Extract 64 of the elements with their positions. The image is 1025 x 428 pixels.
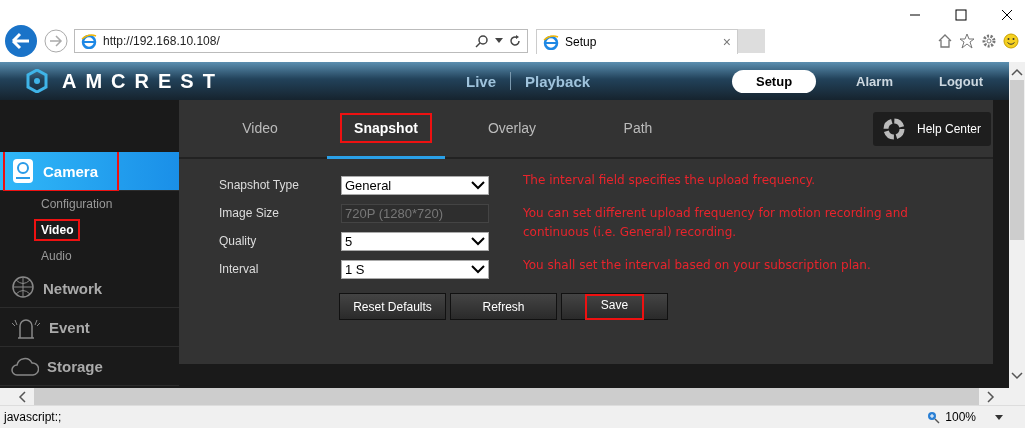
annotation-note: The interval field specifies the upload frequency. [523,172,817,189]
tab[interactable]: Path [579,100,697,159]
settings-icon[interactable] [981,33,997,49]
sidebar-subitem[interactable]: Configuration [34,193,120,215]
nav-link[interactable]: Live [466,72,496,90]
browser-icon [543,33,559,50]
tab[interactable]: Snapshot [327,100,445,159]
logo-icon [26,69,48,93]
chevron-down-icon [471,236,485,246]
setup-button[interactable]: Setup [731,69,817,93]
chevron-down-icon [471,180,485,190]
lifebuoy-icon [882,117,905,140]
search-icon[interactable] [475,34,489,48]
scroll-left-icon[interactable] [18,390,26,403]
field-label: Quality [219,234,258,248]
help-center-button[interactable]: Help Center [872,111,991,146]
chevron-down-icon [471,264,485,274]
close-icon[interactable] [1001,9,1013,21]
field-label: Image Size [219,206,281,220]
nav-link[interactable]: Alarm [850,70,899,92]
refresh-icon[interactable] [509,35,521,47]
tab[interactable]: Overlay [453,100,571,159]
home-icon[interactable] [937,33,953,49]
browser-tab[interactable]: Setup × [536,28,738,54]
action-button[interactable]: Save [561,293,668,320]
dropdown[interactable]: 1 S [341,259,489,279]
browser-icon [81,33,97,49]
star-icon[interactable] [959,33,975,49]
smiley-icon[interactable] [1003,33,1019,49]
field-label: Interval [219,262,260,276]
tab-title: Setup [565,34,598,49]
cloud-icon [11,355,39,377]
annotation-note: You shall set the interval based on your subscription plan. [523,257,872,274]
dropdown[interactable]: 5 [341,231,489,251]
address-bar[interactable]: http://192.168.10.108/ [74,29,528,53]
horizontal-scrollbar[interactable] [0,388,1025,405]
status-text: javascript:; [4,410,62,424]
caret-icon[interactable] [995,414,1003,420]
nav-link[interactable]: Logout [932,70,989,92]
annotation-note: You can set different upload frequency for motion recording and continuous (i.e. General) recording. [523,205,909,241]
tab[interactable]: Video [201,100,319,159]
input-field: 720P (1280*720) [341,203,489,223]
dropdown[interactable]: General [341,175,489,195]
sidebar-subitem[interactable]: Video [34,219,81,241]
zoom-icon[interactable] [927,410,941,424]
action-button[interactable]: Reset Defaults [339,293,446,320]
scroll-right-icon[interactable] [987,390,995,403]
back-icon[interactable] [4,24,38,58]
zoom-level[interactable]: 100% [945,410,976,424]
camera-icon [11,158,35,184]
globe-icon [11,276,35,300]
sidebar-item[interactable]: Network [0,269,179,308]
action-button[interactable]: Refresh [450,293,557,320]
scroll-up-icon[interactable] [1011,68,1023,76]
caret-icon[interactable] [495,38,503,44]
sidebar-item[interactable]: Storage [0,347,179,386]
sidebar-subitem[interactable]: Audio [34,245,79,267]
nav-link[interactable]: Playback [525,72,591,90]
field-label: Snapshot Type [219,178,300,192]
scroll-down-icon[interactable] [1011,372,1023,380]
vertical-scrollbar[interactable] [1009,62,1025,388]
tab-close-button[interactable]: × [722,33,731,50]
logo-text: AMCREST [62,69,224,93]
maximize-icon[interactable] [955,9,967,21]
